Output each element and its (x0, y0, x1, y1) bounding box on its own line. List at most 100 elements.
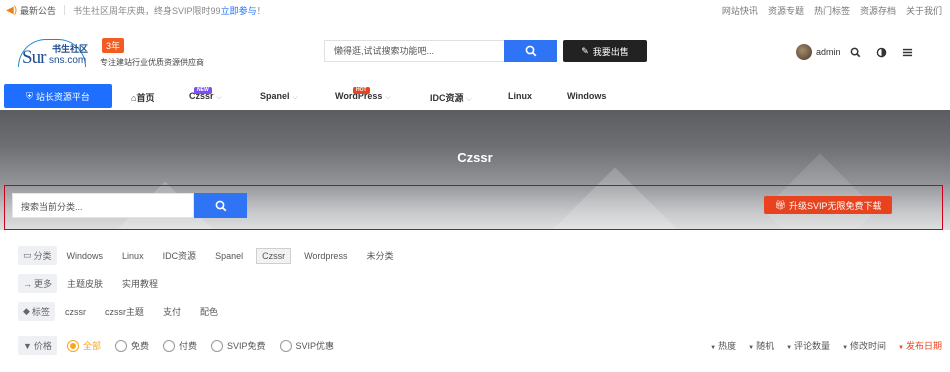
category-title: Czssr (457, 150, 493, 165)
caret-down-icon: ▼ (710, 345, 717, 351)
nav-item-linux[interactable]: Linux (508, 91, 532, 101)
tag-label: 标签 (31, 307, 50, 317)
filter-row-category: ▭ 分类 Windows Linux IDC资源 Spanel Czssr Wor… (18, 246, 412, 265)
filter-category-wordpress[interactable]: Wordpress (304, 251, 347, 261)
filter-category-linux[interactable]: Linux (122, 251, 144, 261)
filter-tag-colors[interactable]: 配色 (200, 305, 218, 318)
category-tag: ▭ 分类 (18, 246, 57, 265)
filter-category-idc[interactable]: IDC资源 (163, 249, 197, 262)
filter-tag-czssr[interactable]: czssr (65, 307, 86, 317)
site-header: 书生社区 Sur sns.com 3年 专注建站行业优质资源供应商 ✎ 我要出售… (0, 20, 950, 84)
upgrade-svip-button[interactable]: 🎁︎ 升级SVIP无限免费下载 (764, 196, 892, 214)
nav-item-label: IDC资源 (430, 93, 464, 103)
platform-button[interactable]: ⛨ 站长资源平台 (4, 84, 112, 108)
year-badge: 3年 (102, 38, 125, 53)
price-tag: ▼ 价格 (18, 336, 57, 355)
filter-tag-payment[interactable]: 支付 (163, 305, 181, 318)
search-icon (215, 200, 226, 211)
notice-body: 书生社区周年庆典，终身SVIP限时99 (73, 5, 221, 16)
top-link-archive[interactable]: 资源存档 (860, 4, 896, 17)
chevron-down-icon: ⌵ (216, 94, 222, 101)
caret-down-icon: ▼ (842, 345, 849, 351)
search-button[interactable] (504, 40, 557, 62)
price-radio-paid[interactable]: 付费 (162, 339, 197, 352)
sort-random[interactable]: ▼ 随机 (748, 339, 774, 352)
sort-label: 修改时间 (850, 341, 887, 351)
radio-circle (279, 339, 292, 352)
price-radio-svip-free[interactable]: SVIP免费 (210, 339, 266, 352)
top-link-news[interactable]: 网站快讯 (722, 4, 758, 17)
divider (64, 5, 66, 15)
pen-icon: ✎ (581, 45, 589, 56)
sort-label: 随机 (756, 341, 775, 351)
notice-text: 书生社区周年庆典，终身SVIP限时99立即参与！ (73, 4, 266, 17)
site-logo[interactable]: 书生社区 Sur sns.com (18, 37, 90, 69)
caret-down-icon: ▼ (748, 345, 755, 351)
sort-comments[interactable]: ▼ 评论数量 (786, 339, 830, 352)
gift-icon: 🎁︎ (774, 199, 786, 210)
caret-down-icon: ▼ (898, 345, 904, 351)
top-bar: ◀) 最新公告 书生社区周年庆典，终身SVIP限时99立即参与！ 网站快讯 资源… (0, 0, 950, 20)
search-input[interactable] (324, 40, 504, 62)
nav-item-label: 首页 (136, 93, 155, 103)
slogan: 专注建站行业优质资源供应商 (100, 58, 204, 67)
more-label: 更多 (34, 279, 53, 289)
price-label: 价格 (33, 341, 52, 351)
filter-category-windows[interactable]: Windows (67, 251, 104, 261)
top-link-topics[interactable]: 资源专题 (768, 4, 804, 17)
nav-item-wordpress[interactable]: HOT WordPress ⌵ (335, 87, 391, 102)
main-nav: ⛨ 站长资源平台 ⌂首页 NEW Czssr ⌵ Spanel ⌵ HOT Word… (0, 84, 950, 110)
announcement[interactable]: ◀) 最新公告 (6, 4, 56, 17)
filter-category-spanel[interactable]: Spanel (215, 251, 243, 261)
top-links: 网站快讯 资源专题 热门标签 资源存档 关于我们 (722, 4, 942, 17)
price-radio-free[interactable]: 免费 (114, 339, 149, 352)
sort-label: 热度 (718, 341, 737, 351)
nav-item-windows[interactable]: Windows (567, 91, 606, 101)
new-badge: NEW (194, 87, 212, 94)
notice-link[interactable]: 立即参与 (221, 6, 257, 16)
filter-panel: ▭ 分类 Windows Linux IDC资源 Spanel Czssr Wor… (0, 240, 950, 372)
filter-row-more: → 更多 主题皮肤 实用教程 (18, 274, 177, 293)
category-search-input[interactable]: 搜索当前分类... (12, 193, 194, 218)
top-link-about[interactable]: 关于我们 (906, 4, 942, 17)
sort-heat[interactable]: ▼ 热度 (710, 339, 736, 352)
chevron-down-icon: ⌵ (466, 96, 472, 103)
menu-icon[interactable] (897, 44, 919, 60)
price-radio-svip-discount[interactable]: SVIP优惠 (279, 339, 334, 352)
theme-toggle-icon[interactable] (871, 44, 893, 60)
shield-icon: ⛨ (26, 90, 33, 101)
sort-modified[interactable]: ▼ 修改时间 (842, 339, 886, 352)
sort-published[interactable]: ▼ 发布日期 (898, 339, 942, 352)
filter-more-themes[interactable]: 主题皮肤 (67, 277, 103, 290)
filter-category-czssr[interactable]: Czssr (256, 247, 292, 264)
logo-sub: sns.com (49, 55, 87, 66)
search-icon[interactable] (845, 44, 867, 60)
nav-item-label: Spanel (260, 91, 290, 101)
notice-suffix: ！ (256, 5, 266, 16)
radio-circle (210, 339, 223, 352)
arrow-right-icon: → (23, 278, 32, 289)
announcement-label: 最新公告 (20, 5, 57, 16)
sort-label: 评论数量 (794, 341, 831, 351)
filter-icon: ▼ (23, 340, 32, 351)
top-link-tags[interactable]: 热门标签 (814, 4, 850, 17)
sell-button[interactable]: ✎ 我要出售 (563, 40, 647, 62)
more-tag: → 更多 (18, 274, 58, 293)
price-radio-all[interactable]: 全部 (66, 339, 101, 352)
avatar[interactable] (796, 44, 812, 60)
filter-row-tags: ◆ 标签 czssr czssr主题 支付 配色 (18, 302, 237, 321)
username[interactable]: admin (816, 47, 841, 57)
filter-category-uncategorized[interactable]: 未分类 (366, 249, 393, 262)
speaker-icon: ◀) (6, 4, 18, 16)
nav-item-home[interactable]: ⌂首页 (131, 91, 154, 104)
filter-more-tutorials[interactable]: 实用教程 (122, 277, 158, 290)
nav-item-idc[interactable]: IDC资源 ⌵ (430, 91, 472, 104)
sort-label: 发布日期 (905, 341, 942, 351)
radio-label: 付费 (178, 341, 197, 351)
sell-label: 我要出售 (592, 46, 629, 57)
filter-tag-czssr-theme[interactable]: czssr主题 (105, 305, 144, 318)
category-search-button[interactable] (194, 193, 247, 218)
nav-item-czssr[interactable]: NEW Czssr ⌵ (189, 87, 222, 102)
nav-item-spanel[interactable]: Spanel ⌵ (260, 91, 298, 102)
logo-cn: 书生社区 (52, 44, 89, 54)
